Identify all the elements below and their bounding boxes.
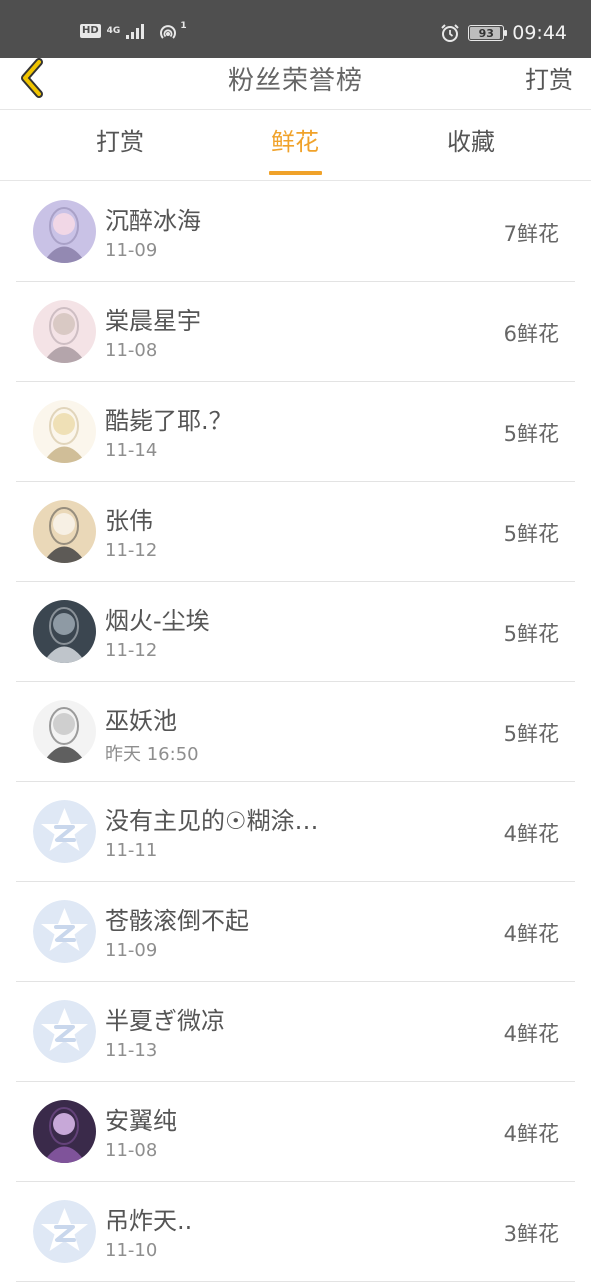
avatar[interactable]	[33, 700, 96, 763]
fan-name: 没有主见的☉糊涂…	[105, 807, 319, 835]
default-avatar-icon[interactable]	[33, 800, 96, 863]
fan-name: 苍骸滚倒不起	[105, 907, 249, 935]
fan-name: 巫妖池	[105, 707, 177, 735]
flower-count: 5鲜花	[503, 422, 559, 446]
fan-name: 烟火-尘埃	[105, 607, 210, 635]
fan-date: 11-08	[105, 1140, 158, 1161]
fan-row[interactable]: 苍骸滚倒不起 11-09 4鲜花	[16, 882, 575, 982]
fan-date: 11-09	[105, 240, 158, 261]
default-avatar-icon[interactable]	[33, 900, 96, 963]
fan-date: 11-10	[105, 1240, 158, 1261]
fan-row[interactable]: 烟火-尘埃 11-12 5鲜花	[16, 582, 575, 682]
fan-name: 张伟	[105, 507, 153, 535]
fan-date: 11-08	[105, 340, 158, 361]
fan-row[interactable]: 安翼纯 11-08 4鲜花	[16, 1082, 575, 1182]
clock: 09:44	[512, 22, 567, 44]
top-nav: 粉丝荣誉榜 打赏	[0, 58, 591, 110]
fan-row[interactable]: 吊炸天.. 11-10 3鲜花	[16, 1182, 575, 1282]
hotspot-count: 1	[180, 20, 187, 31]
fan-row[interactable]: 半夏ぎ微凉 11-13 4鲜花	[16, 982, 575, 1082]
fan-name: 棠晨星宇	[105, 307, 201, 335]
hd-icon: HD	[80, 24, 101, 38]
tab-flowers[interactable]: 鲜花	[235, 107, 355, 177]
avatar[interactable]	[33, 300, 96, 363]
avatar[interactable]	[33, 600, 96, 663]
avatar[interactable]	[33, 400, 96, 463]
fan-row[interactable]: 没有主见的☉糊涂… 11-11 4鲜花	[16, 782, 575, 882]
fan-name: 半夏ぎ微凉	[105, 1007, 225, 1035]
fan-name: 沉醉冰海	[105, 207, 201, 235]
fan-row[interactable]: 酷毙了耶.？ 11-14 5鲜花	[16, 382, 575, 482]
fan-date: 11-09	[105, 940, 158, 961]
flower-count: 5鲜花	[503, 722, 559, 746]
fan-date: 11-12	[105, 640, 158, 661]
fan-row[interactable]: 张伟 11-12 5鲜花	[16, 482, 575, 582]
fan-date: 11-14	[105, 440, 158, 461]
fan-name: 吊炸天..	[105, 1207, 193, 1235]
flower-count: 4鲜花	[503, 1122, 559, 1146]
signal-icon	[126, 24, 145, 39]
tab-reward[interactable]: 打赏	[60, 107, 180, 177]
avatar[interactable]	[33, 1100, 96, 1163]
hotspot-icon	[160, 25, 177, 39]
status-bar: HD 4G 1 93 09:44	[0, 0, 591, 58]
fan-name: 酷毙了耶.？	[105, 407, 233, 435]
flower-count: 4鲜花	[503, 1022, 559, 1046]
battery-percent: 93	[478, 26, 494, 40]
flower-count: 5鲜花	[503, 622, 559, 646]
page-title: 粉丝荣誉榜	[227, 66, 363, 96]
network-type: 4G	[106, 25, 121, 36]
flower-count: 4鲜花	[503, 922, 559, 946]
flower-count: 7鲜花	[503, 222, 559, 246]
status-left: HD 4G 1	[80, 20, 187, 40]
battery-icon: 93	[468, 25, 508, 41]
flower-count: 3鲜花	[503, 1222, 559, 1246]
fan-date: 昨天 16:50	[105, 744, 199, 765]
default-avatar-icon[interactable]	[33, 1200, 96, 1263]
fan-list: 沉醉冰海 11-09 7鲜花 棠晨星宇 11-08 6鲜花 酷毙了耶.？ 11-14 5鲜花 张伟…	[0, 182, 591, 1282]
reward-button[interactable]: 打赏	[525, 60, 573, 95]
fan-date: 11-12	[105, 540, 158, 561]
tab-active-indicator	[269, 171, 322, 175]
tab-bar: 打赏 鲜花 收藏	[0, 111, 591, 181]
avatar[interactable]	[33, 200, 96, 263]
fan-row[interactable]: 沉醉冰海 11-09 7鲜花	[16, 182, 575, 282]
network-label: 4G	[106, 25, 121, 36]
status-right: 93 09:44	[440, 22, 567, 44]
fan-name: 安翼纯	[105, 1107, 177, 1135]
flower-count: 6鲜花	[503, 322, 559, 346]
tab-favorites[interactable]: 收藏	[411, 107, 531, 177]
default-avatar-icon[interactable]	[33, 1000, 96, 1063]
fan-row[interactable]: 棠晨星宇 11-08 6鲜花	[16, 282, 575, 382]
flower-count: 4鲜花	[503, 822, 559, 846]
flower-count: 5鲜花	[503, 522, 559, 546]
fan-date: 11-13	[105, 1040, 158, 1061]
fan-date: 11-11	[105, 840, 158, 861]
avatar[interactable]	[33, 500, 96, 563]
fan-row[interactable]: 巫妖池昨天 16:50 5鲜花	[16, 682, 575, 782]
alarm-icon	[441, 24, 459, 42]
